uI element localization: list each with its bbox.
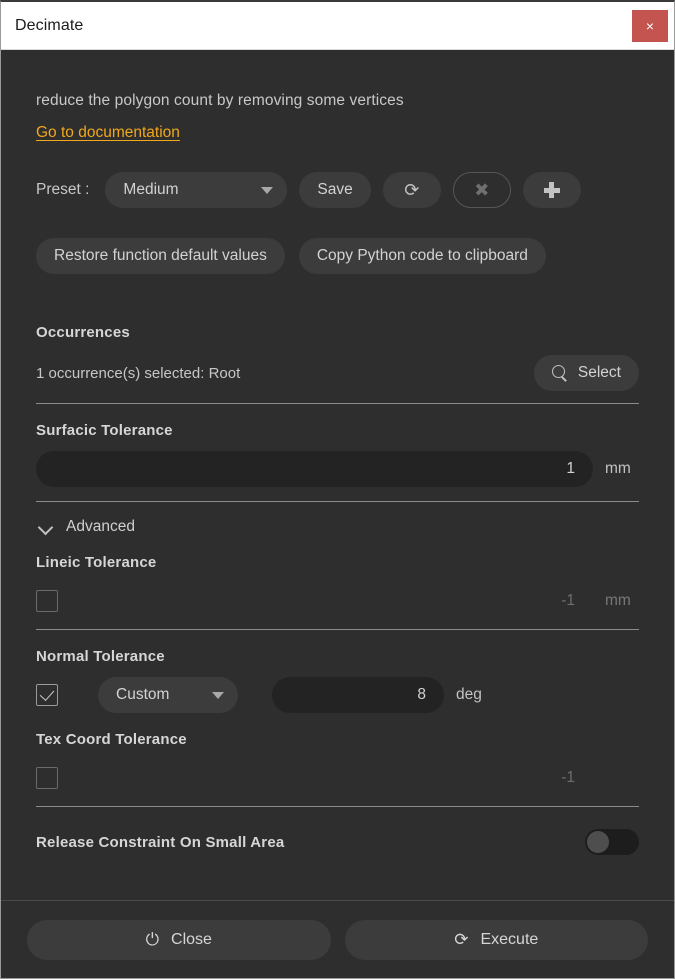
- divider: [36, 806, 639, 807]
- texcoord-tolerance-input[interactable]: -1: [70, 760, 593, 796]
- surfacic-tolerance-row: 1 mm: [36, 451, 639, 487]
- lineic-tolerance-title: Lineic Tolerance: [36, 554, 639, 571]
- decimate-dialog: Decimate × reduce the polygon count by r…: [0, 0, 675, 979]
- surfacic-tolerance-unit: mm: [605, 460, 639, 478]
- texcoord-tolerance-title: Tex Coord Tolerance: [36, 731, 639, 748]
- advanced-label: Advanced: [66, 518, 135, 536]
- texcoord-tolerance-checkbox[interactable]: [36, 767, 58, 789]
- restore-defaults-button[interactable]: Restore function default values: [36, 238, 285, 274]
- refresh-icon: ⟳: [404, 181, 419, 199]
- lineic-tolerance-checkbox[interactable]: [36, 590, 58, 612]
- preset-label: Preset :: [36, 181, 89, 199]
- execute-button[interactable]: ⟳ Execute: [345, 920, 649, 960]
- function-actions-row: Restore function default values Copy Pyt…: [36, 238, 639, 274]
- occurrences-title: Occurrences: [36, 324, 639, 341]
- preset-dropdown[interactable]: Medium: [105, 172, 287, 208]
- lineic-tolerance-unit: mm: [605, 592, 639, 610]
- execute-button-label: Execute: [480, 931, 538, 949]
- close-window-button[interactable]: ×: [632, 10, 668, 42]
- divider: [36, 629, 639, 630]
- divider: [36, 403, 639, 404]
- release-constraint-row: Release Constraint On Small Area: [36, 829, 639, 855]
- title-bar: Decimate ×: [1, 2, 674, 50]
- dialog-footer: ⏻ Close ⟳ Execute: [1, 900, 674, 978]
- texcoord-tolerance-row: -1: [36, 760, 639, 796]
- select-button-label: Select: [578, 364, 621, 382]
- save-preset-button[interactable]: Save: [299, 172, 370, 208]
- normal-tolerance-mode-dropdown[interactable]: Custom: [98, 677, 238, 713]
- select-occurrences-button[interactable]: Select: [534, 355, 639, 391]
- delete-preset-button[interactable]: ✖: [453, 172, 511, 208]
- divider: [36, 501, 639, 502]
- normal-tolerance-checkbox[interactable]: [36, 684, 58, 706]
- close-button[interactable]: ⏻ Close: [27, 920, 331, 960]
- function-description: reduce the polygon count by removing som…: [36, 92, 639, 110]
- advanced-section-toggle[interactable]: Advanced: [36, 518, 639, 536]
- normal-tolerance-unit: deg: [456, 686, 490, 704]
- surfacic-tolerance-title: Surfacic Tolerance: [36, 422, 639, 439]
- dialog-body: reduce the polygon count by removing som…: [1, 50, 674, 900]
- normal-tolerance-row: Custom 8 deg: [36, 677, 639, 713]
- lineic-tolerance-input[interactable]: -1: [70, 583, 593, 619]
- refresh-icon: ⟳: [454, 931, 468, 948]
- search-icon: [552, 365, 568, 381]
- close-x-icon: ✖: [474, 181, 489, 199]
- preset-row: Preset : Medium Save ⟳ ✖: [36, 172, 639, 208]
- copy-python-code-button[interactable]: Copy Python code to clipboard: [299, 238, 546, 274]
- close-button-label: Close: [171, 931, 212, 949]
- plus-icon: [544, 182, 560, 198]
- chevron-down-icon: [261, 187, 273, 194]
- documentation-link[interactable]: Go to documentation: [36, 124, 180, 142]
- reload-preset-button[interactable]: ⟳: [383, 172, 441, 208]
- toggle-knob: [587, 831, 609, 853]
- normal-tolerance-title: Normal Tolerance: [36, 648, 639, 665]
- occurrences-status: 1 occurrence(s) selected: Root: [36, 365, 240, 382]
- chevron-down-icon: [40, 521, 52, 533]
- normal-tolerance-input[interactable]: 8: [272, 677, 444, 713]
- window-title: Decimate: [15, 17, 83, 35]
- power-icon: ⏻: [146, 931, 159, 948]
- chevron-down-icon: [212, 692, 224, 699]
- occurrences-row: 1 occurrence(s) selected: Root Select: [36, 349, 639, 397]
- close-icon: ×: [646, 19, 654, 33]
- normal-tolerance-mode-value: Custom: [116, 686, 169, 704]
- surfacic-tolerance-input[interactable]: 1: [36, 451, 593, 487]
- preset-selected-value: Medium: [123, 181, 178, 199]
- add-preset-button[interactable]: [523, 172, 581, 208]
- lineic-tolerance-row: -1 mm: [36, 583, 639, 619]
- release-constraint-label: Release Constraint On Small Area: [36, 834, 284, 851]
- release-constraint-toggle[interactable]: [585, 829, 639, 855]
